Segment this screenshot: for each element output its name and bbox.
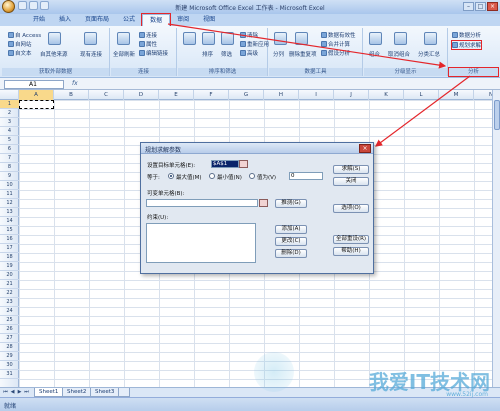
constraints-list[interactable] xyxy=(146,223,256,263)
radio-max[interactable] xyxy=(168,173,174,179)
radio-value-label: 值为(V) xyxy=(257,175,277,181)
radio-min-label: 最小值(N) xyxy=(217,175,242,181)
delete-button[interactable]: 删除(D) xyxy=(275,249,307,258)
help-button[interactable]: 帮助(H) xyxy=(333,247,369,256)
target-cell-label: 设置目标单元格(E): xyxy=(147,163,196,169)
constraints-label: 约束(U): xyxy=(147,215,169,221)
target-ref-icon[interactable] xyxy=(239,160,248,168)
dialog-close-button[interactable]: 关闭 xyxy=(333,177,369,186)
changing-ref-icon[interactable] xyxy=(259,199,268,207)
dialog-close-icon[interactable]: × xyxy=(359,144,371,153)
dialog-title-bar: 规划求解参数 × xyxy=(141,143,373,154)
changing-cells-input[interactable] xyxy=(146,199,258,207)
equal-to-label: 等于: xyxy=(147,175,160,181)
arrow-tab-to-analysis xyxy=(167,23,447,69)
add-button[interactable]: 添加(A) xyxy=(275,225,307,234)
target-cell-input[interactable]: $A$1 xyxy=(211,160,239,168)
dialog-title: 规划求解参数 xyxy=(145,147,182,154)
changing-cells-label: 可变单元格(B): xyxy=(147,191,185,197)
solver-parameters-dialog: 规划求解参数 × 设置目标单元格(E): $A$1 等于: 最大值(M) 最小值… xyxy=(140,142,374,274)
options-button[interactable]: 选项(O) xyxy=(333,204,369,213)
arrow-analysis-to-dialog xyxy=(375,75,471,147)
reset-all-button[interactable]: 全部重设(R) xyxy=(333,235,369,244)
value-input[interactable]: 0 xyxy=(289,172,323,180)
solve-button[interactable]: 求解(S) xyxy=(333,165,369,174)
radio-min[interactable] xyxy=(209,173,215,179)
radio-value[interactable] xyxy=(249,173,255,179)
change-button[interactable]: 更改(C) xyxy=(275,237,307,246)
guess-button[interactable]: 推测(G) xyxy=(275,199,307,208)
radio-max-label: 最大值(M) xyxy=(176,175,202,181)
